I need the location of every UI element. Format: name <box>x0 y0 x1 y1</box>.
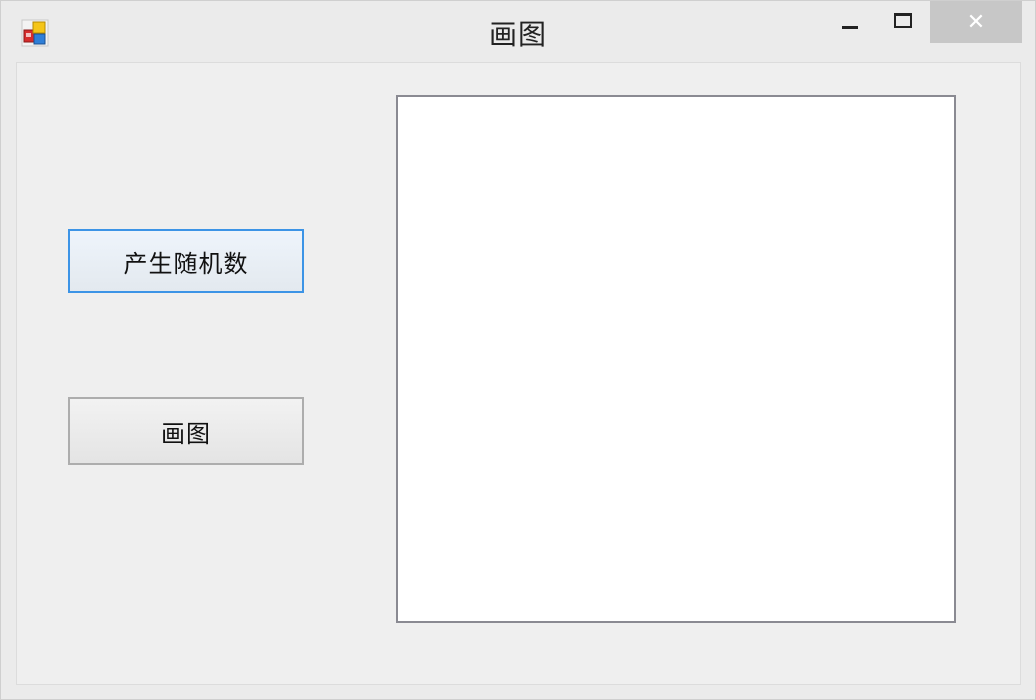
minimize-button[interactable] <box>823 1 877 43</box>
draw-button[interactable]: 画图 <box>68 397 304 465</box>
draw-button-label: 画图 <box>161 419 211 448</box>
close-icon: ✕ <box>966 9 986 35</box>
maximize-icon <box>894 12 912 28</box>
generate-random-button[interactable]: 产生随机数 <box>68 229 304 293</box>
drawing-canvas[interactable] <box>396 95 956 623</box>
title-bar[interactable]: 画图 ✕ <box>1 1 1035 61</box>
app-window: 画图 ✕ 产生随机数 画图 <box>0 0 1036 700</box>
maximize-button[interactable] <box>877 1 929 43</box>
form-client-area: 产生随机数 画图 <box>16 62 1021 685</box>
generate-random-label: 产生随机数 <box>123 249 249 278</box>
close-button[interactable]: ✕ <box>930 1 1022 43</box>
minimize-icon <box>842 25 858 29</box>
